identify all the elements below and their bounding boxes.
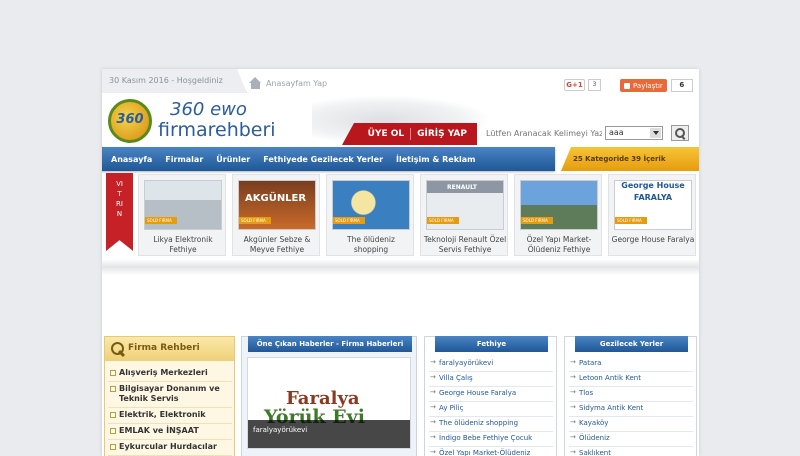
news-image[interactable]: Faralya Yörük Evi faralyayörükevi xyxy=(247,357,411,449)
category-item[interactable]: Elektrik, Elektronik xyxy=(108,408,232,424)
list-item[interactable]: The ölüdeniz shopping xyxy=(429,417,553,432)
search-input[interactable] xyxy=(486,125,602,141)
fethiye-list: faralyayörükevi Villa Çalış George House… xyxy=(429,357,553,456)
list-item[interactable]: faralyayörükevi xyxy=(429,357,553,372)
sold-badge: SOLD FIRMA xyxy=(145,217,177,224)
date-tab: 30 Kasım 2016 - Hoşgeldiniz xyxy=(102,69,247,93)
page-container: 30 Kasım 2016 - Hoşgeldiniz Anasayfam Ya… xyxy=(102,69,699,456)
share-button[interactable]: Paylaştır xyxy=(620,79,667,92)
category-count-box: 25 Kategoride 39 İçerik xyxy=(561,147,699,171)
vitrin-card[interactable]: SOLD FIRMA The ölüdeniz shopping xyxy=(326,174,414,256)
sold-badge: SOLD FIRMA xyxy=(333,217,365,224)
homepage-link[interactable]: Anasayfam Yap xyxy=(249,77,327,89)
vitrin-card[interactable]: SOLD FIRMA Özel Yapı Market-Ölüdeniz Fet… xyxy=(514,174,602,256)
news-caption[interactable]: faralyayörükevi xyxy=(248,420,410,448)
nav-contact[interactable]: İletişim & Reklam xyxy=(396,155,475,164)
nav-products[interactable]: Ürünler xyxy=(216,155,250,164)
vitrin-label: Teknoloji Renault Özel Servis Fethiye xyxy=(423,235,507,254)
category-item[interactable]: Eykurcular Hurdacılar xyxy=(108,440,232,456)
vitrin-card[interactable]: SOLD FIRMA Likya Elektronik Fethiye xyxy=(138,174,226,256)
vitrin-card[interactable]: AKGÜNLER SOLD FIRMA Akgünler Sebze & Mey… xyxy=(232,174,320,256)
top-bar: 30 Kasım 2016 - Hoşgeldiniz Anasayfam Ya… xyxy=(102,69,699,95)
header: 360 360 ewo firmarehberi ÜYE OL GİRİŞ YA… xyxy=(102,95,699,147)
list-item[interactable]: Letoon Antik Kent xyxy=(569,372,693,387)
member-bar: ÜYE OL GİRİŞ YAP xyxy=(342,123,477,145)
logo-line1: 360 ewo xyxy=(170,99,247,120)
homepage-label: Anasayfam Yap xyxy=(266,78,328,88)
gplus-widget: G+1 3 xyxy=(564,79,601,91)
signup-link[interactable]: ÜYE OL xyxy=(368,129,405,139)
renault-logo-text: RENAULT xyxy=(447,184,477,191)
share-icon xyxy=(624,82,630,89)
vitrin-label: Likya Elektronik Fethiye xyxy=(153,235,213,254)
login-link[interactable]: GİRİŞ YAP xyxy=(417,129,467,139)
gezilecek-title: Gezilecek Yerler xyxy=(575,336,688,352)
list-item[interactable]: Villa Çalış xyxy=(429,372,553,387)
george-logo-text: George House FARALYA xyxy=(621,181,685,202)
firma-rehberi-title: Firma Rehberi xyxy=(128,343,200,353)
search-area: aaa xyxy=(486,122,698,144)
list-item[interactable]: Kayaköy xyxy=(569,417,693,432)
vitrin-label: Özel Yapı Market-Ölüdeniz Fethiye xyxy=(526,235,592,254)
home-icon xyxy=(249,77,262,89)
sold-badge: SOLD FIRMA xyxy=(239,217,271,224)
site-logo[interactable]: 360 360 ewo firmarehberi xyxy=(106,97,286,145)
category-item[interactable]: EMLAK ve İNŞAAT xyxy=(108,424,232,440)
category-list: Alışveriş Merkezleri Bilgisayar Donanım … xyxy=(108,366,232,456)
list-item[interactable]: Saklıkent xyxy=(569,447,693,456)
firma-rehberi-box: Firma Rehberi Alışveriş Merkezleri Bilgi… xyxy=(104,336,235,456)
list-item[interactable]: İndigo Bebe Fethiye Çocuk xyxy=(429,432,553,447)
list-item[interactable]: Ay Piliç xyxy=(429,402,553,417)
chevron-down-icon xyxy=(650,128,661,138)
news-box: Öne Çıkan Haberler - Firma Haberleri Far… xyxy=(241,336,417,456)
gezilecek-box: Gezilecek Yerler Patara Letoon Antik Ken… xyxy=(564,336,697,456)
vitrin-label: VITRIN xyxy=(116,180,123,218)
share-widget: Paylaştır 6 xyxy=(620,79,693,92)
list-item[interactable]: Tlos xyxy=(569,387,693,402)
date-text: 30 Kasım 2016 - Hoşgeldiniz xyxy=(109,76,223,85)
gplus-count: 3 xyxy=(588,79,601,91)
list-item[interactable]: Patara xyxy=(569,357,693,372)
vitrin-card[interactable]: RENAULT SOLD FIRMA Teknoloji Renault Öze… xyxy=(420,174,508,256)
vitrin-label: Akgünler Sebze & Meyve Fethiye xyxy=(243,235,311,254)
vitrin-label: George House Faralya xyxy=(611,235,695,244)
logo-badge: 360 xyxy=(108,99,152,143)
search-icon xyxy=(111,342,125,356)
share-label: Paylaştır xyxy=(633,81,663,90)
category-item[interactable]: Bilgisayar Donanım ve Teknik Servis xyxy=(108,382,232,408)
fethiye-title: Fethiye xyxy=(435,336,548,352)
fethiye-box: Fethiye faralyayörükevi Villa Çalış Geor… xyxy=(424,336,557,456)
nav-home[interactable]: Anasayfa xyxy=(111,155,152,164)
list-item[interactable]: George House Faralya xyxy=(429,387,553,402)
sold-badge: SOLD FIRMA xyxy=(615,217,647,224)
nav-places[interactable]: Fethiyede Gezilecek Yerler xyxy=(263,155,383,164)
list-item[interactable]: Sidyma Antik Kent xyxy=(569,402,693,417)
search-select-value: aaa xyxy=(609,128,624,137)
logo-line2: firmarehberi xyxy=(158,119,276,141)
gezilecek-list: Patara Letoon Antik Kent Tlos Sidyma Ant… xyxy=(569,357,693,456)
main-nav: Anasayfa Firmalar Ürünler Fethiyede Gezi… xyxy=(102,147,555,171)
list-item[interactable]: Özel Yapı Market-Ölüdeniz xyxy=(429,447,553,456)
vitrin-card[interactable]: George House FARALYA SOLD FIRMA George H… xyxy=(608,174,696,256)
gplus-button[interactable]: G+1 xyxy=(564,79,585,91)
vitrin-list: SOLD FIRMA Likya Elektronik Fethiye AKGÜ… xyxy=(138,174,696,256)
category-item[interactable]: Alışveriş Merkezleri xyxy=(108,366,232,382)
akgunler-logo-text: AKGÜNLER xyxy=(245,193,307,204)
list-item[interactable]: Ölüdeniz xyxy=(569,432,693,447)
firma-rehberi-header: Firma Rehberi xyxy=(105,337,234,361)
nav-firms[interactable]: Firmalar xyxy=(165,155,203,164)
search-select[interactable]: aaa xyxy=(605,126,663,140)
share-count: 6 xyxy=(670,79,693,92)
sold-badge: SOLD FIRMA xyxy=(427,217,459,224)
member-separator xyxy=(410,128,412,140)
vitrin-ribbon: VITRIN xyxy=(106,173,133,251)
sold-badge: SOLD FIRMA xyxy=(521,217,553,224)
shelf-divider xyxy=(102,259,699,275)
news-title: Öne Çıkan Haberler - Firma Haberleri xyxy=(248,336,412,352)
search-button[interactable] xyxy=(671,125,689,141)
category-count: 25 Kategoride 39 İçerik xyxy=(573,155,666,163)
vitrin-label: The ölüdeniz shopping xyxy=(347,235,395,254)
